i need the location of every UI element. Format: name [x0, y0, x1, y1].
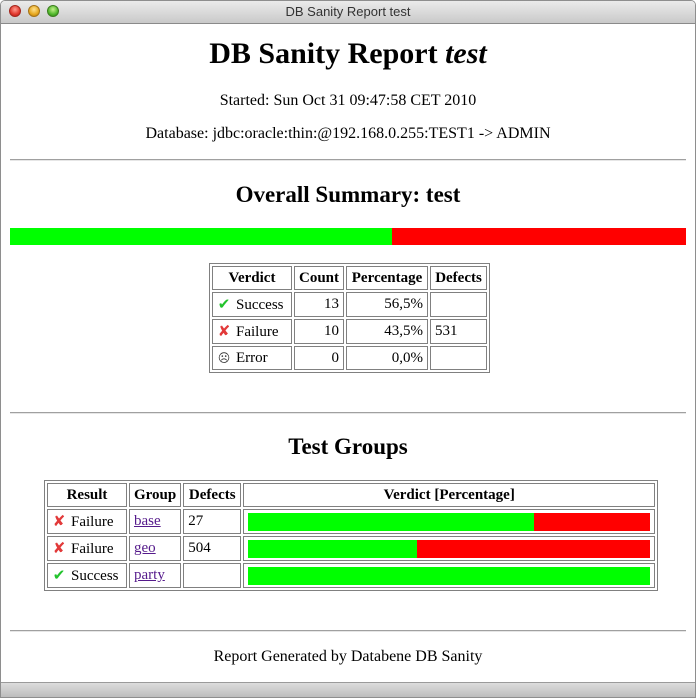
window-controls	[9, 5, 59, 17]
report-page: DB Sanity Report test Started: Sun Oct 3…	[1, 24, 695, 683]
title-bar: DB Sanity Report test	[1, 1, 695, 24]
success-segment	[248, 539, 418, 558]
group-cell: party	[129, 563, 182, 588]
result-cell: ✔ Success	[47, 563, 127, 588]
group-link-party[interactable]: party	[134, 567, 165, 583]
check-icon: ✔	[52, 566, 66, 584]
col-defects: Defects	[430, 266, 488, 290]
divider	[10, 159, 686, 161]
groups-header-row: Result Group Defects Verdict [Percentage…	[47, 483, 656, 507]
col-defects: Defects	[183, 483, 242, 507]
defects-cell	[430, 292, 488, 317]
defects-cell: 504	[183, 536, 242, 561]
col-percentage: Percentage	[346, 266, 429, 290]
page-title-main: DB Sanity Report	[209, 37, 438, 70]
summary-row-failure: ✘ Failure 10 43,5% 531	[212, 319, 488, 344]
verdict-label: Failure	[236, 324, 279, 340]
error-face-icon: ☹	[217, 350, 231, 365]
percentage-cell: 0,0%	[346, 346, 429, 370]
browser-window: DB Sanity Report test DB Sanity Report t…	[0, 0, 696, 698]
summary-table: Verdict Count Percentage Defects ✔ Succes…	[209, 263, 491, 373]
summary-row-success: ✔ Success 13 56,5%	[212, 292, 488, 317]
minimize-window-button[interactable]	[28, 5, 40, 17]
verdict-bar-cell	[243, 563, 656, 588]
group-cell: geo	[129, 536, 182, 561]
verdict-bar-cell	[243, 509, 656, 534]
status-bar	[1, 682, 695, 697]
group-row: ✔ Success party	[47, 563, 656, 588]
page-title-suite: test	[445, 37, 487, 70]
verdict-cell: ☹ Error	[212, 346, 292, 370]
result-label: Success	[71, 568, 119, 584]
group-verdict-bar	[248, 512, 651, 531]
result-label: Failure	[71, 514, 114, 530]
success-segment	[248, 512, 534, 531]
verdict-cell: ✘ Failure	[212, 319, 292, 344]
defects-cell	[183, 563, 242, 588]
cross-icon: ✘	[217, 322, 231, 340]
cross-icon: ✘	[52, 512, 66, 530]
result-cell: ✘ Failure	[47, 536, 127, 561]
success-segment	[248, 566, 651, 585]
result-cell: ✘ Failure	[47, 509, 127, 534]
summary-header-row: Verdict Count Percentage Defects	[212, 266, 488, 290]
page-title: DB Sanity Report test	[1, 36, 695, 72]
check-icon: ✔	[217, 295, 231, 313]
percentage-cell: 43,5%	[346, 319, 429, 344]
col-verdict-percentage: Verdict [Percentage]	[243, 483, 656, 507]
defects-cell	[430, 346, 488, 370]
divider	[10, 412, 686, 414]
col-result: Result	[47, 483, 127, 507]
summary-row-error: ☹ Error 0 0,0%	[212, 346, 488, 370]
divider	[10, 630, 686, 632]
close-window-button[interactable]	[9, 5, 21, 17]
cross-icon: ✘	[52, 539, 66, 557]
group-row: ✘ Failure base 27	[47, 509, 656, 534]
defects-cell: 531	[430, 319, 488, 344]
overall-summary-heading: Overall Summary: test	[235, 182, 461, 207]
defects-cell: 27	[183, 509, 242, 534]
overall-failure-segment	[391, 228, 686, 245]
verdict-bar-cell	[243, 536, 656, 561]
overall-verdict-bar	[10, 228, 686, 245]
count-cell: 0	[294, 346, 345, 370]
zoom-window-button[interactable]	[47, 5, 59, 17]
database-info: Database: jdbc:oracle:thin:@192.168.0.25…	[145, 125, 551, 142]
group-verdict-bar	[248, 539, 651, 558]
verdict-label: Error	[236, 349, 268, 366]
group-cell: base	[129, 509, 182, 534]
overall-success-segment	[10, 228, 392, 245]
window-title: DB Sanity Report test	[285, 4, 411, 19]
failure-segment	[533, 512, 651, 531]
percentage-cell: 56,5%	[346, 292, 429, 317]
started-timestamp: Started: Sun Oct 31 09:47:58 CET 2010	[219, 92, 477, 109]
group-link-geo[interactable]: geo	[134, 540, 156, 556]
verdict-cell: ✔ Success	[212, 292, 292, 317]
result-label: Failure	[71, 541, 114, 557]
count-cell: 13	[294, 292, 345, 317]
group-verdict-bar	[248, 566, 651, 585]
col-verdict: Verdict	[212, 266, 292, 290]
col-group: Group	[129, 483, 182, 507]
group-link-base[interactable]: base	[134, 513, 161, 529]
col-count: Count	[294, 266, 345, 290]
group-row: ✘ Failure geo 504	[47, 536, 656, 561]
footer-text: Report Generated by Databene DB Sanity	[213, 648, 483, 665]
failure-segment	[417, 539, 651, 558]
test-groups-table: Result Group Defects Verdict [Percentage…	[44, 480, 659, 591]
test-groups-heading: Test Groups	[288, 434, 408, 459]
count-cell: 10	[294, 319, 345, 344]
verdict-label: Success	[236, 297, 284, 313]
